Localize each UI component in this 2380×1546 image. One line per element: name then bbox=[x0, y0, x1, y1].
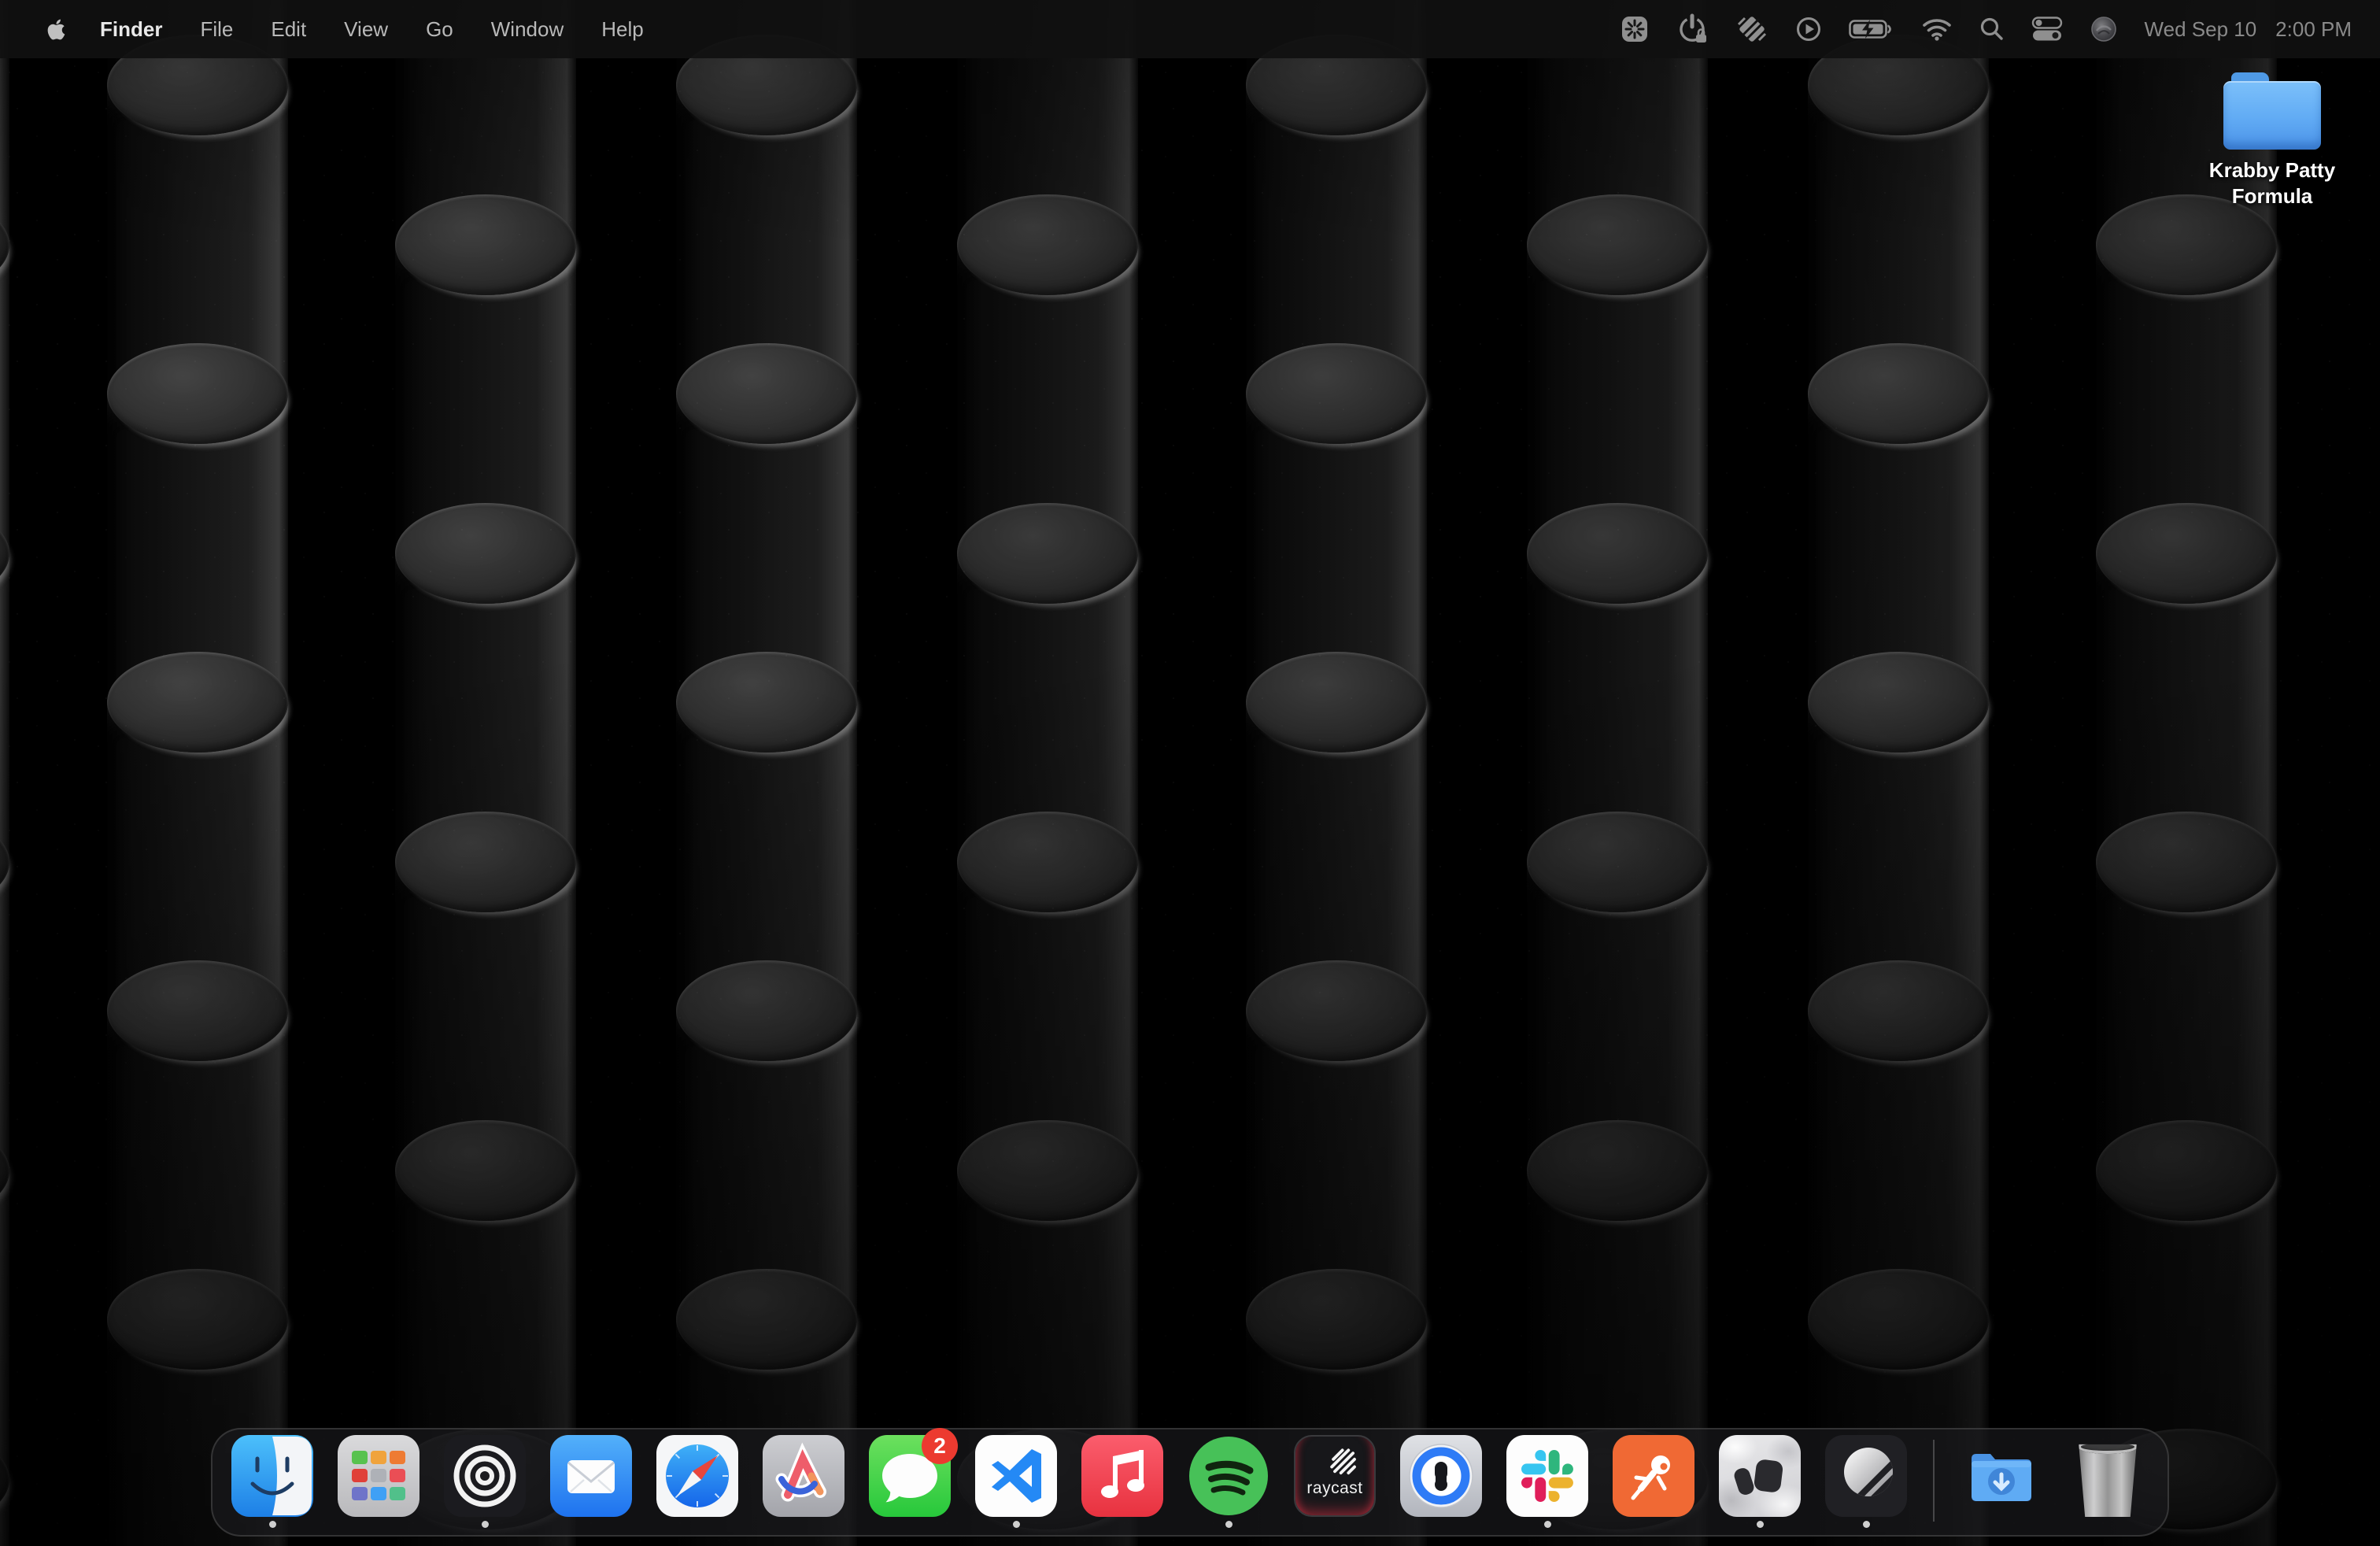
downloads-folder-icon bbox=[1961, 1435, 2042, 1517]
slack-icon bbox=[1506, 1435, 1588, 1517]
dock-item-downloads[interactable] bbox=[1961, 1435, 2042, 1528]
arc-browser-icon bbox=[763, 1435, 844, 1517]
dock-item-slack[interactable] bbox=[1506, 1435, 1588, 1528]
running-indicator bbox=[1013, 1521, 1020, 1528]
dock-item-music[interactable] bbox=[1081, 1435, 1163, 1528]
dock-divider bbox=[1933, 1440, 1935, 1522]
dock-item-safari[interactable] bbox=[656, 1435, 738, 1528]
dock-item-arc[interactable] bbox=[763, 1435, 844, 1528]
siri-icon[interactable] bbox=[2090, 15, 2118, 43]
launchpad-icon bbox=[338, 1435, 419, 1517]
dock-item-mail[interactable] bbox=[550, 1435, 632, 1528]
notification-badge: 2 bbox=[922, 1428, 958, 1464]
safari-icon bbox=[656, 1435, 738, 1517]
desktop: Finder File Edit View Go Window Help bbox=[0, 0, 2380, 1546]
wallpaper-shading bbox=[0, 0, 2380, 1546]
dock-item-linear[interactable] bbox=[1825, 1435, 1907, 1528]
keep-awake-burst-icon[interactable] bbox=[1621, 15, 1649, 43]
menu-time: 2:00 PM bbox=[2275, 17, 2352, 42]
desktop-folder-label: Krabby Patty Formula bbox=[2201, 157, 2343, 209]
dock-item-circles-app[interactable] bbox=[444, 1435, 526, 1528]
menu-item-help[interactable]: Help bbox=[582, 17, 662, 42]
dock-item-raycast[interactable]: raycast bbox=[1294, 1435, 1376, 1528]
hatched-keyboard-icon[interactable] bbox=[1735, 13, 1768, 45]
dock-item-messages[interactable]: 2 bbox=[869, 1435, 951, 1528]
postman-icon bbox=[1613, 1435, 1694, 1517]
dock-item-1password[interactable] bbox=[1400, 1435, 1482, 1528]
running-indicator bbox=[1225, 1521, 1232, 1528]
apple-music-icon bbox=[1081, 1435, 1163, 1517]
raycast-label: raycast bbox=[1295, 1479, 1374, 1498]
1password-icon bbox=[1400, 1435, 1482, 1517]
menu-item-view[interactable]: View bbox=[325, 17, 407, 42]
menu-date: Wed Sep 10 bbox=[2145, 17, 2257, 42]
control-center-icon[interactable] bbox=[2031, 17, 2063, 42]
running-indicator bbox=[269, 1521, 276, 1528]
running-indicator bbox=[482, 1521, 489, 1528]
menu-item-file[interactable]: File bbox=[181, 17, 252, 42]
battery-charging-icon[interactable] bbox=[1849, 17, 1894, 41]
menu-clock[interactable]: Wed Sep 10 2:00 PM bbox=[2145, 17, 2352, 42]
dock-panel: 2 bbox=[211, 1428, 2169, 1537]
menu-item-finder[interactable]: Finder bbox=[81, 17, 181, 42]
dock-item-launchpad[interactable] bbox=[338, 1435, 419, 1528]
raycast-icon: raycast bbox=[1294, 1435, 1376, 1517]
folder-icon bbox=[2223, 72, 2321, 150]
linear-icon bbox=[1825, 1435, 1907, 1517]
vscode-icon bbox=[975, 1435, 1057, 1517]
trash-icon bbox=[2067, 1435, 2149, 1517]
desktop-folder-krabby-patty[interactable]: Krabby Patty Formula bbox=[2197, 72, 2347, 209]
menu-item-go[interactable]: Go bbox=[407, 17, 472, 42]
dock-item-postman[interactable] bbox=[1613, 1435, 1694, 1528]
power-lock-icon[interactable] bbox=[1676, 13, 1709, 45]
mail-icon bbox=[550, 1435, 632, 1517]
dock-item-spotify[interactable] bbox=[1188, 1435, 1269, 1528]
dock: 2 bbox=[211, 1428, 2169, 1537]
running-indicator bbox=[1544, 1521, 1551, 1528]
now-playing-icon[interactable] bbox=[1795, 16, 1822, 43]
dock-item-vscode[interactable] bbox=[975, 1435, 1057, 1528]
wifi-icon[interactable] bbox=[1921, 17, 1953, 42]
running-indicator bbox=[1757, 1521, 1764, 1528]
spotify-icon bbox=[1188, 1435, 1269, 1517]
menu-left: Finder File Edit View Go Window Help bbox=[46, 17, 663, 42]
dia-icon bbox=[1719, 1435, 1801, 1517]
menu-item-window[interactable]: Window bbox=[472, 17, 582, 42]
dock-item-finder[interactable] bbox=[231, 1435, 313, 1528]
running-indicator bbox=[1863, 1521, 1870, 1528]
finder-icon bbox=[231, 1435, 313, 1517]
apple-menu-icon[interactable] bbox=[46, 17, 67, 42]
dock-item-trash[interactable] bbox=[2067, 1435, 2149, 1528]
spotlight-search-icon[interactable] bbox=[1979, 17, 2005, 42]
dock-item-dia[interactable] bbox=[1719, 1435, 1801, 1528]
menu-bar: Finder File Edit View Go Window Help bbox=[0, 0, 2380, 58]
menu-item-edit[interactable]: Edit bbox=[252, 17, 325, 42]
menu-status-area: Wed Sep 10 2:00 PM bbox=[1621, 13, 2352, 45]
concentric-circles-icon bbox=[444, 1435, 526, 1517]
